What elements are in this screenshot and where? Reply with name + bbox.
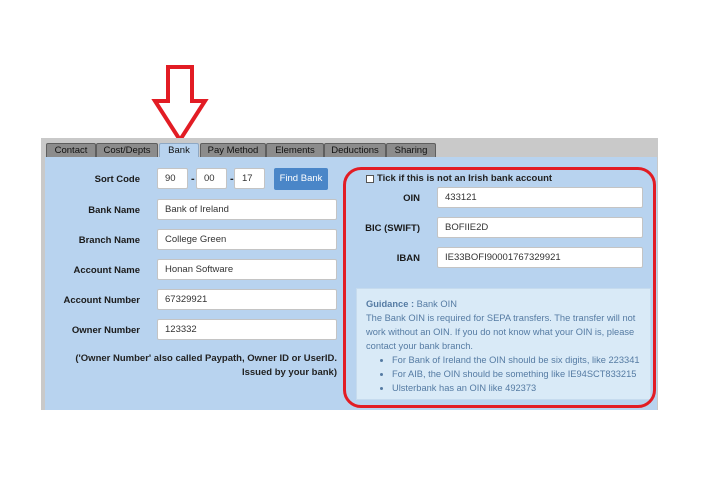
find-bank-button[interactable]: Find Bank [274, 168, 328, 190]
bic-label: BIC (SWIFT) [365, 223, 420, 234]
iban-input[interactable]: IE33BOFI90001767329921 [437, 247, 643, 268]
sort-code-part-3[interactable]: 17 [234, 168, 265, 189]
oin-label: OIN [403, 193, 420, 204]
owner-number-label: Owner Number [71, 325, 140, 336]
tab-pay-method[interactable]: Pay Method [200, 143, 266, 157]
sort-code-label: Sort Code [94, 174, 140, 185]
not-irish-account-label: Tick if this is not an Irish bank accoun… [377, 173, 553, 184]
bank-name-input[interactable]: Bank of Ireland [157, 199, 337, 220]
guidance-bullet: For AIB, the OIN should be something lik… [392, 367, 641, 381]
tab-deductions[interactable]: Deductions [324, 143, 386, 157]
sort-code-part-1[interactable]: 90 [157, 168, 188, 189]
guidance-bullet: Ulsterbank has an OIN like 492373 [392, 381, 641, 395]
not-irish-account-option[interactable]: Tick if this is not an Irish bank accoun… [366, 173, 552, 184]
branch-name-input[interactable]: College Green [157, 229, 337, 250]
tab-contact[interactable]: Contact [46, 143, 96, 157]
tab-cost-depts[interactable]: Cost/Depts [96, 143, 158, 157]
sort-code-part-2[interactable]: 00 [196, 168, 227, 189]
not-irish-account-checkbox[interactable] [366, 174, 374, 183]
guidance-subtitle: Bank OIN [416, 299, 457, 309]
owner-number-note: ('Owner Number' also called Paypath, Own… [75, 353, 337, 378]
bank-name-label: Bank Name [88, 205, 140, 216]
oin-input[interactable]: 433121 [437, 187, 643, 208]
account-number-label: Account Number [63, 295, 140, 306]
guidance-bullet: For Bank of Ireland the OIN should be si… [392, 353, 641, 367]
iban-label: IBAN [396, 253, 420, 264]
account-number-input[interactable]: 67329921 [157, 289, 337, 310]
annotation-arrow-icon [151, 65, 209, 144]
tab-bank[interactable]: Bank [159, 143, 199, 158]
tab-sharing[interactable]: Sharing [386, 143, 436, 157]
account-name-input[interactable]: Honan Software [157, 259, 337, 280]
bic-input[interactable]: BOFIIE2D [437, 217, 643, 238]
guidance-box: Guidance : Bank OIN The Bank OIN is requ… [356, 288, 651, 400]
guidance-list: For Bank of Ireland the OIN should be si… [366, 353, 641, 395]
guidance-title: Guidance : [366, 299, 415, 309]
account-name-label: Account Name [73, 265, 140, 276]
branch-name-label: Branch Name [78, 235, 140, 246]
sort-code-dash: - [191, 173, 195, 185]
guidance-body: The Bank OIN is required for SEPA transf… [366, 313, 636, 351]
guidance-heading: Guidance : Bank OIN [366, 297, 641, 311]
tab-elements[interactable]: Elements [266, 143, 324, 157]
owner-number-input[interactable]: 123332 [157, 319, 337, 340]
